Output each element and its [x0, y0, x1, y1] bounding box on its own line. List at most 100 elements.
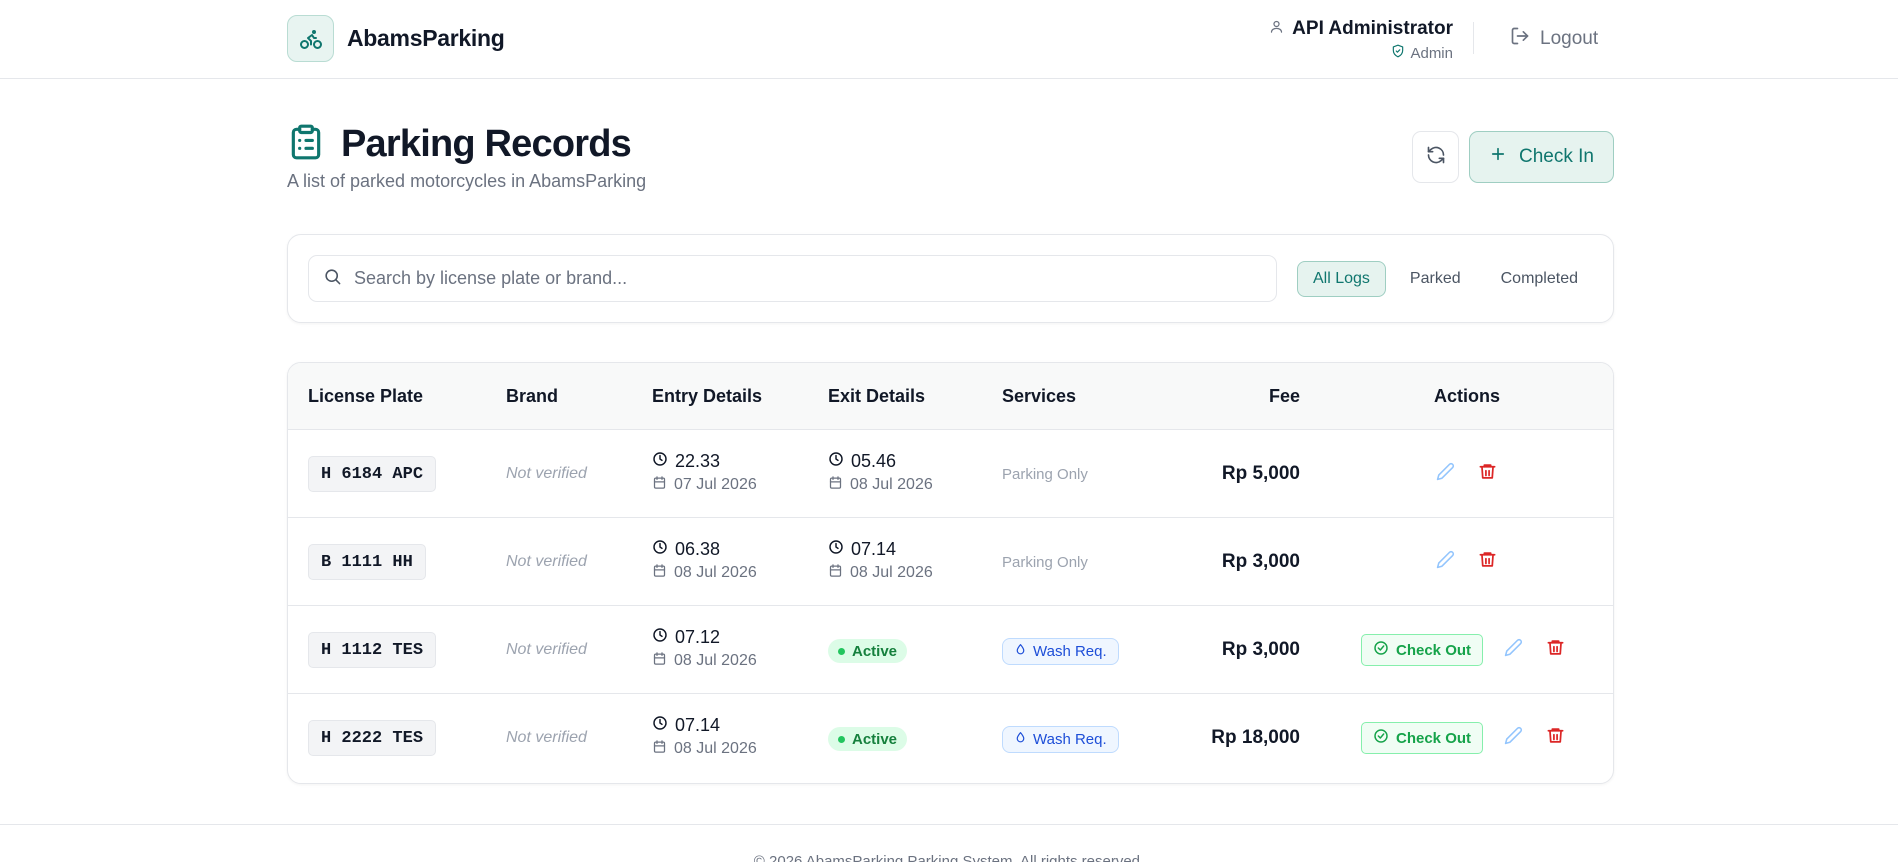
droplet-icon: [1014, 643, 1027, 660]
page-title: Parking Records: [341, 123, 632, 165]
edit-button[interactable]: [1433, 550, 1457, 574]
check-out-label: Check Out: [1396, 641, 1472, 659]
table-row: H 2222 TES Not verified 07.14 08 Jul 202…: [288, 694, 1613, 782]
brand-value: Not verified: [506, 465, 587, 482]
brand[interactable]: AbamsParking: [287, 15, 505, 62]
clock-icon: [652, 539, 668, 560]
entry-details: 22.33 07 Jul 2026: [652, 451, 757, 495]
license-plate: H 6184 APC: [308, 456, 437, 492]
col-license-plate: License Plate: [308, 386, 424, 406]
license-plate: B 1111 HH: [308, 544, 426, 580]
trash-icon: [1546, 638, 1565, 662]
clock-icon: [828, 451, 844, 472]
col-entry-details: Entry Details: [652, 386, 763, 406]
delete-button[interactable]: [1543, 638, 1567, 662]
service-label: Parking Only: [1002, 466, 1088, 483]
search-box[interactable]: [308, 255, 1277, 302]
app-name: AbamsParking: [347, 25, 505, 51]
user-name: API Administrator: [1292, 18, 1453, 39]
check-circle-icon: [1373, 640, 1389, 660]
col-brand: Brand: [506, 386, 559, 406]
check-out-button[interactable]: Check Out: [1361, 634, 1484, 666]
edit-button[interactable]: [1433, 462, 1457, 486]
search-input[interactable]: [354, 268, 1254, 289]
calendar-icon: [652, 475, 667, 495]
delete-button[interactable]: [1475, 550, 1499, 574]
col-fee: Fee: [1268, 386, 1300, 406]
pencil-icon: [1504, 726, 1523, 750]
fee-value: Rp 5,000: [1221, 463, 1300, 484]
search-filter-card: All Logs Parked Completed: [287, 234, 1614, 323]
page-subtitle: A list of parked motorcycles in AbamsPar…: [287, 171, 647, 191]
status-dot: [838, 647, 845, 655]
check-in-button[interactable]: Check In: [1469, 131, 1614, 183]
service-badge: Wash Req.: [1002, 638, 1119, 665]
table-row: H 6184 APC Not verified 22.33 07 Jul 202…: [288, 430, 1613, 518]
exit-time: 05.46: [851, 451, 897, 471]
entry-date: 08 Jul 2026: [674, 652, 757, 669]
delete-button[interactable]: [1543, 726, 1567, 750]
entry-time: 07.12: [675, 627, 721, 647]
header-divider: [1473, 22, 1474, 54]
entry-date: 07 Jul 2026: [674, 476, 757, 493]
refresh-icon: [1426, 145, 1446, 170]
brand-value: Not verified: [506, 729, 587, 746]
filter-all-logs[interactable]: All Logs: [1297, 261, 1386, 297]
user-info: API Administrator Admin: [1269, 18, 1453, 62]
clock-icon: [652, 451, 668, 472]
status-label: Active: [852, 642, 898, 660]
logout-label: Logout: [1540, 28, 1599, 49]
calendar-icon: [652, 651, 667, 671]
refresh-button[interactable]: [1412, 131, 1459, 183]
table-row: B 1111 HH Not verified 06.38 08 Jul 2026…: [288, 518, 1613, 606]
table-row: H 1112 TES Not verified 07.12 08 Jul 202…: [288, 606, 1613, 694]
edit-button[interactable]: [1501, 638, 1525, 662]
pencil-icon: [1504, 638, 1523, 662]
table-header: License Plate Brand Entry Details Exit D…: [288, 363, 1613, 430]
parking-records-table: License Plate Brand Entry Details Exit D…: [287, 362, 1614, 784]
license-plate: H 2222 TES: [308, 720, 437, 756]
user-icon: [1269, 18, 1284, 40]
brand-value: Not verified: [506, 641, 587, 658]
droplet-icon: [1014, 731, 1027, 748]
fee-value: Rp 3,000: [1221, 551, 1300, 572]
page-heading: Parking Records: [287, 122, 632, 167]
fee-value: Rp 18,000: [1211, 727, 1300, 748]
clipboard-list-icon: [287, 122, 325, 167]
filter-completed[interactable]: Completed: [1485, 261, 1594, 297]
status-filters: All Logs Parked Completed: [1297, 261, 1594, 297]
status-dot: [838, 735, 845, 743]
license-plate: H 1112 TES: [308, 632, 437, 668]
calendar-icon: [828, 563, 843, 583]
footer-text: © 2026 AbamsParking Parking System. All …: [753, 853, 1145, 862]
status-label: Active: [852, 730, 898, 748]
exit-date: 08 Jul 2026: [850, 564, 933, 581]
pencil-icon: [1436, 462, 1455, 486]
top-navbar: AbamsParking API Administrator Admin Log…: [0, 0, 1898, 79]
check-out-button[interactable]: Check Out: [1361, 722, 1484, 754]
footer: © 2026 AbamsParking Parking System. All …: [0, 824, 1898, 862]
brand-value: Not verified: [506, 553, 587, 570]
edit-button[interactable]: [1501, 726, 1525, 750]
calendar-icon: [652, 563, 667, 583]
trash-icon: [1546, 726, 1565, 750]
fee-value: Rp 3,000: [1221, 639, 1300, 660]
delete-button[interactable]: [1475, 462, 1499, 486]
exit-details: 05.46 08 Jul 2026: [828, 451, 933, 495]
entry-details: 06.38 08 Jul 2026: [652, 539, 757, 583]
logout-button[interactable]: Logout: [1510, 26, 1598, 52]
service-label: Parking Only: [1002, 554, 1088, 571]
entry-details: 07.12 08 Jul 2026: [652, 627, 757, 671]
status-badge: Active: [828, 639, 908, 663]
clock-icon: [828, 539, 844, 560]
clock-icon: [652, 627, 668, 648]
pencil-icon: [1436, 550, 1455, 574]
calendar-icon: [828, 475, 843, 495]
entry-time: 06.38: [675, 539, 721, 559]
service-label: Wash Req.: [1033, 731, 1107, 748]
filter-parked[interactable]: Parked: [1394, 261, 1477, 297]
service-label: Wash Req.: [1033, 643, 1107, 660]
trash-icon: [1478, 462, 1497, 486]
col-actions: Actions: [1434, 386, 1501, 406]
exit-date: 08 Jul 2026: [850, 476, 933, 493]
